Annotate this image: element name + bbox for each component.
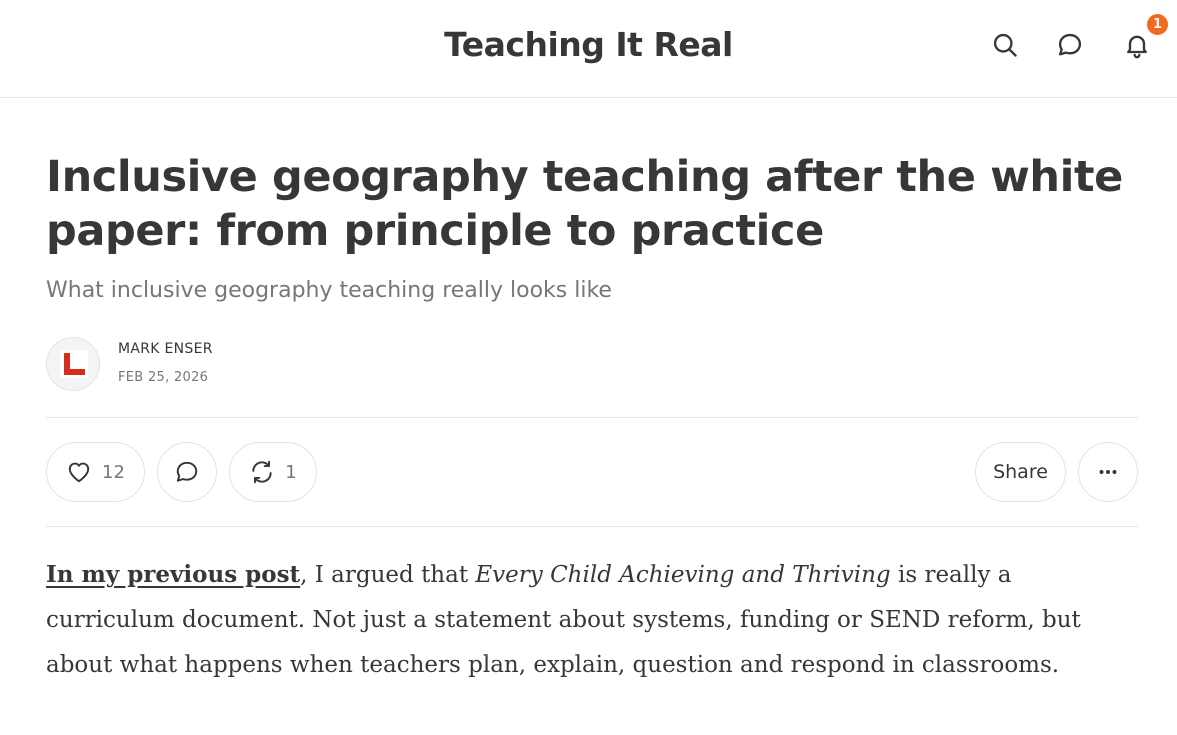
post-body-paragraph: In my previous post, I argued that Every… bbox=[46, 552, 1141, 688]
divider-bottom bbox=[46, 526, 1138, 527]
like-button[interactable]: 12 bbox=[46, 442, 145, 502]
search-icon[interactable] bbox=[988, 28, 1022, 62]
restack-button[interactable]: 1 bbox=[229, 442, 317, 502]
comment-button[interactable] bbox=[157, 442, 217, 502]
body-italic-title: Every Child Achieving and Thriving bbox=[475, 562, 891, 588]
like-count: 12 bbox=[102, 461, 125, 483]
notification-badge: 1 bbox=[1145, 12, 1170, 37]
restack-count: 1 bbox=[285, 461, 297, 483]
top-bar: Teaching It Real 1 bbox=[0, 0, 1177, 98]
avatar[interactable] bbox=[46, 337, 100, 391]
divider-top bbox=[46, 417, 1138, 418]
more-icon bbox=[1099, 470, 1117, 474]
share-label: Share bbox=[993, 461, 1048, 483]
comment-icon bbox=[176, 461, 198, 482]
post-title: Inclusive geography teaching after the w… bbox=[46, 152, 1123, 256]
learner-plate-logo bbox=[47, 338, 99, 390]
post-date: FEB 25, 2026 bbox=[118, 370, 209, 385]
chat-icon[interactable] bbox=[1053, 28, 1087, 62]
heart-icon bbox=[68, 462, 90, 483]
post-subtitle: What inclusive geography teaching really… bbox=[46, 278, 612, 303]
previous-post-link[interactable]: In my previous post bbox=[46, 561, 300, 588]
share-button[interactable]: Share bbox=[975, 442, 1066, 502]
more-options-button[interactable] bbox=[1078, 442, 1138, 502]
body-text-part-1: , I argued that bbox=[300, 562, 476, 588]
restack-icon bbox=[252, 460, 272, 484]
author-name[interactable]: MARK ENSER bbox=[118, 341, 213, 357]
